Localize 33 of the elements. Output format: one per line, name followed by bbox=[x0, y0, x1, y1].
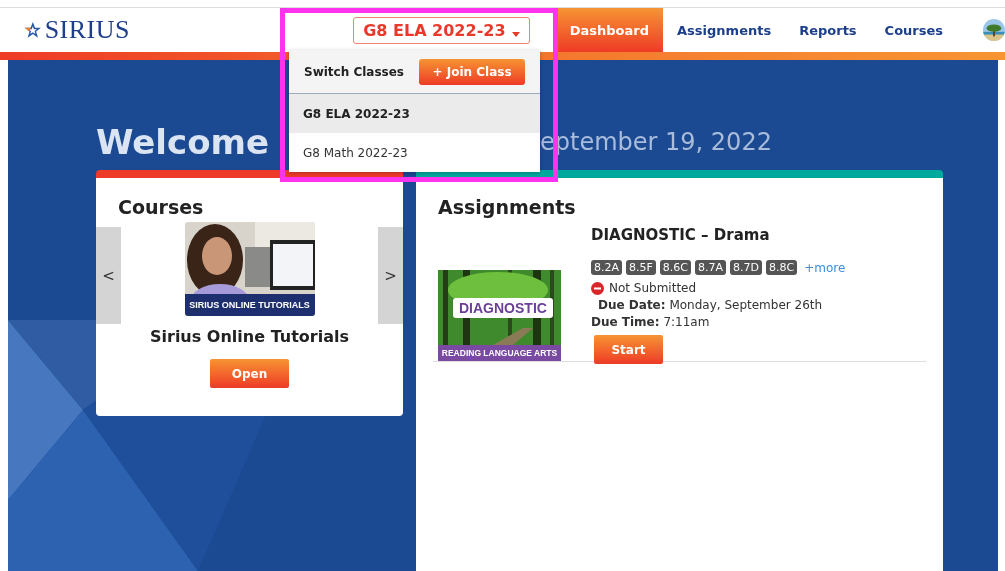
class-menu-item[interactable]: G8 ELA 2022-23 bbox=[289, 94, 540, 133]
standard-tag: 8.2A bbox=[591, 260, 623, 275]
nav-tab[interactable]: Assignments bbox=[663, 8, 786, 52]
standard-tag: 8.7D bbox=[730, 260, 763, 275]
standard-tag: 8.8C bbox=[766, 260, 798, 275]
next-button[interactable]: > bbox=[378, 227, 403, 324]
card-title: Assignments bbox=[437, 195, 577, 218]
standard-tag: 8.6C bbox=[659, 260, 692, 275]
nav-tab[interactable]: Reports bbox=[785, 8, 871, 52]
menu-title: Switch Classes bbox=[304, 64, 404, 79]
standard-tag: 8.7A bbox=[695, 260, 727, 275]
course-thumbnail[interactable]: SIRIUS ONLINE TUTORIALS bbox=[184, 222, 315, 316]
not-submitted-icon bbox=[591, 281, 604, 295]
welcome-heading: Welcome bbox=[96, 122, 269, 162]
class-menu-item[interactable]: G8 Math 2022-23 bbox=[289, 133, 540, 172]
avatar-icon[interactable] bbox=[983, 18, 1005, 42]
nav-tab[interactable]: Courses bbox=[870, 8, 958, 52]
more-link[interactable]: +more bbox=[804, 260, 846, 275]
caret-icon bbox=[511, 31, 520, 37]
thumbnail-label: DIAGNOSTIC bbox=[453, 298, 553, 318]
assignment-thumbnail[interactable]: DIAGNOSTIC READING LANGUAGE ARTS bbox=[438, 270, 561, 361]
thumbnail-caption: READING LANGUAGE ARTS bbox=[438, 345, 561, 361]
standard-tag: 8.5F bbox=[626, 260, 656, 275]
logo-text: SIRIUS bbox=[44, 15, 130, 45]
due-time-text: Due Time: 7:11am bbox=[591, 315, 710, 329]
previous-button[interactable]: < bbox=[96, 227, 121, 324]
class-selector[interactable]: G8 ELA 2022-23 bbox=[353, 16, 530, 44]
course-name: Sirius Online Tutorials bbox=[150, 327, 349, 346]
status-text: Not Submitted bbox=[609, 281, 697, 295]
card-title: Courses bbox=[117, 195, 205, 218]
thumbnail-caption: SIRIUS ONLINE TUTORIALS bbox=[184, 294, 315, 316]
assignment-title: DIAGNOSTIC – Drama bbox=[591, 226, 770, 244]
due-date-text: Due Date: Monday, September 26th bbox=[598, 298, 823, 312]
